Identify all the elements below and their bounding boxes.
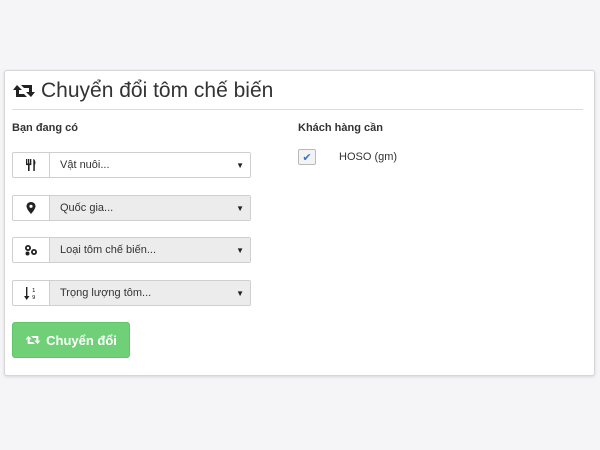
svg-text:9: 9 <box>32 295 36 300</box>
check-icon: ✔ <box>302 151 312 164</box>
hoso-checkbox[interactable]: ✔ <box>298 149 316 165</box>
cutlery-icon <box>13 153 50 177</box>
map-marker-icon <box>13 196 50 220</box>
caret-down-icon: ▼ <box>236 203 244 213</box>
animal-select[interactable]: Vật nuôi... ▼ <box>12 152 251 178</box>
convert-button[interactable]: Chuyển đổi <box>12 322 130 358</box>
hoso-checkbox-label[interactable]: HOSO (gm) <box>339 151 397 163</box>
page-title-text: Chuyển đổi tôm chế biến <box>41 79 274 102</box>
shrimp-processing-icon <box>13 238 50 262</box>
weight-select-box[interactable]: Trọng lượng tôm... ▼ <box>50 281 250 305</box>
processing-type-select-box[interactable]: Loại tôm chế biến... ▼ <box>50 238 250 262</box>
processing-type-select-value: Loại tôm chế biến... <box>60 244 157 256</box>
title-divider <box>12 109 583 110</box>
caret-down-icon: ▼ <box>236 245 244 255</box>
country-select-value: Quốc gia... <box>60 202 114 214</box>
retweet-icon <box>25 334 41 346</box>
weight-select-value: Trọng lượng tôm... <box>60 287 152 299</box>
conversion-panel: Chuyển đổi tôm chế biến Bạn đang có Khác… <box>4 70 595 376</box>
processing-type-select[interactable]: Loại tôm chế biến... ▼ <box>12 237 251 263</box>
svg-text:1: 1 <box>32 288 36 294</box>
convert-button-label: Chuyển đổi <box>46 332 117 348</box>
retweet-icon <box>12 81 36 101</box>
target-heading: Khách hàng cần <box>298 122 383 134</box>
animal-select-box[interactable]: Vật nuôi... ▼ <box>50 153 250 177</box>
country-select-box[interactable]: Quốc gia... ▼ <box>50 196 250 220</box>
sort-numeric-icon: 1 9 <box>13 281 50 305</box>
animal-select-value: Vật nuôi... <box>60 159 110 171</box>
weight-select[interactable]: 1 9 Trọng lượng tôm... ▼ <box>12 280 251 306</box>
page-title: Chuyển đổi tôm chế biến <box>12 77 273 105</box>
country-select[interactable]: Quốc gia... ▼ <box>12 195 251 221</box>
source-heading: Bạn đang có <box>12 122 79 134</box>
caret-down-icon: ▼ <box>236 288 244 298</box>
caret-down-icon: ▼ <box>236 160 244 170</box>
